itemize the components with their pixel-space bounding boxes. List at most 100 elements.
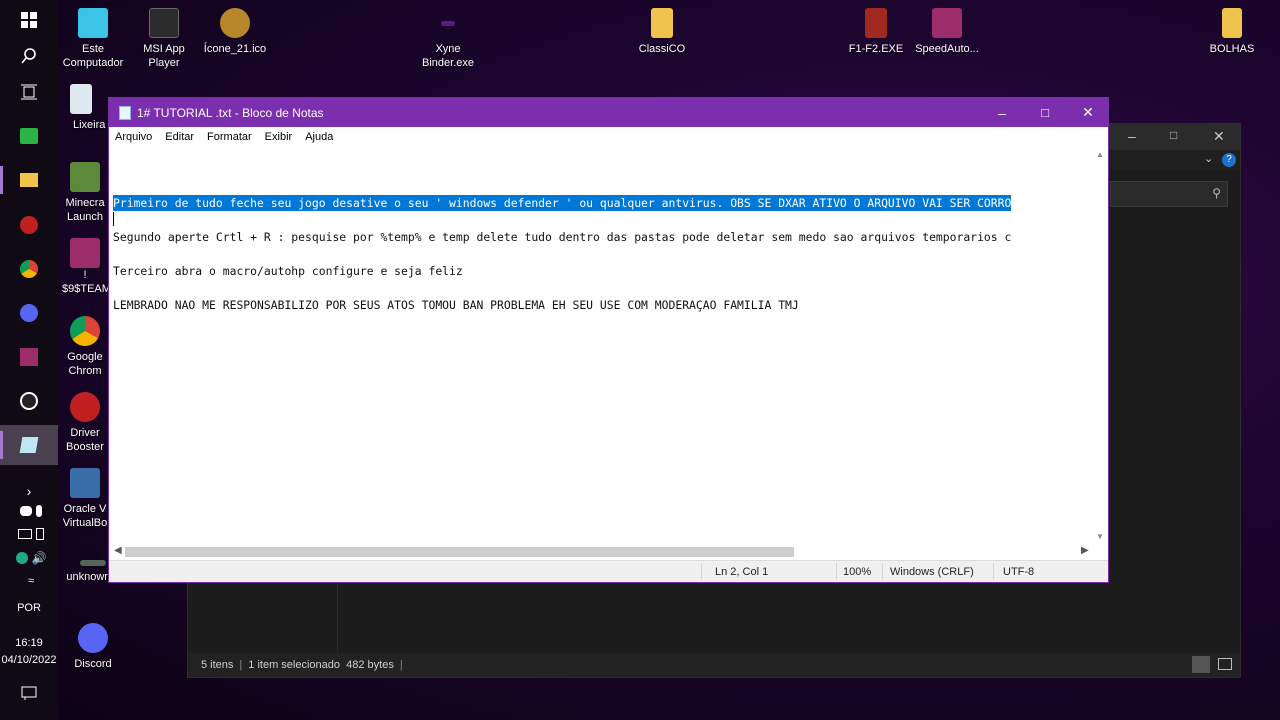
desktop-icon-speedauto[interactable]: SpeedAuto... xyxy=(907,8,987,56)
notepad-status-bar: Ln 2, Col 1 100% Windows (CRLF) UTF-8 xyxy=(109,560,1108,582)
scroll-right-icon[interactable]: ▶ xyxy=(1081,545,1089,556)
notepad-window: 1# TUTORIAL .txt - Bloco de Notas – □ ✕ … xyxy=(108,97,1109,583)
notifications-button[interactable] xyxy=(0,673,58,713)
clock-date[interactable]: 04/10/2022 xyxy=(0,654,58,666)
desktop-icon-discord[interactable]: Discord xyxy=(53,623,133,671)
wifi-icon[interactable]: ≈ xyxy=(28,575,34,587)
desktop-icon-label: Xyne Binder.exe xyxy=(422,43,474,69)
desktop-icon-label: Google Chrom xyxy=(67,351,103,377)
close-button[interactable]: ✕ xyxy=(1066,98,1110,127)
desktop-icon-xyne-binder[interactable]: Xyne Binder.exe xyxy=(408,8,488,70)
desktop-icon-virtualbox[interactable]: Oracle V VirtualBo xyxy=(62,468,108,530)
desktop-icon-label: Ícone_21.ico xyxy=(203,43,267,55)
winrar-icon xyxy=(932,8,962,38)
tray-row-3: 🔊 xyxy=(6,551,56,565)
notepad-app-icon xyxy=(119,105,131,120)
chrome-icon xyxy=(70,316,100,346)
taskbar-winrar[interactable] xyxy=(0,337,58,377)
details-view-icon[interactable] xyxy=(1192,656,1210,673)
minimize-icon[interactable]: – xyxy=(1128,128,1136,144)
menu-bar: Arquivo Editar Formatar Exibir Ajuda xyxy=(109,127,1108,146)
discord-icon xyxy=(20,304,38,322)
text-editor-area[interactable]: Primeiro de tudo feche seu jogo desative… xyxy=(109,146,1096,546)
tray-row-1 xyxy=(6,505,56,517)
desktop-icon-bolhas[interactable]: BOLHAS xyxy=(1192,8,1272,56)
microphone-icon[interactable] xyxy=(36,505,42,517)
explorer-status-bar: 5 itens | 1 item selecionado 482 bytes | xyxy=(188,653,1240,677)
chevron-down-icon[interactable]: ⌄ xyxy=(1204,152,1213,165)
start-button[interactable] xyxy=(0,0,58,40)
scroll-up-icon[interactable]: ▲ xyxy=(1096,150,1104,159)
menu-editar[interactable]: Editar xyxy=(165,131,194,143)
discord-tray-icon[interactable] xyxy=(20,506,32,516)
status-separator xyxy=(836,563,837,580)
desktop-icon-label: ClassiCO xyxy=(638,43,686,55)
desktop-icon-este-computador[interactable]: Este Computador xyxy=(53,8,133,70)
close-icon[interactable]: ✕ xyxy=(1213,128,1225,145)
clock-time[interactable]: 16:19 xyxy=(0,637,58,649)
desktop-icon-msi-app-player[interactable]: MSI App Player xyxy=(124,8,204,70)
action-center-icon xyxy=(21,686,37,700)
minecraft-icon xyxy=(70,162,100,192)
task-view-button[interactable] xyxy=(0,72,58,112)
desktop-icon-f1-f2[interactable]: F1-F2.EXE xyxy=(836,8,916,56)
desktop-icon-icone-21[interactable]: Ícone_21.ico xyxy=(195,8,275,56)
usb-icon[interactable] xyxy=(36,528,44,540)
status-separator xyxy=(993,563,994,580)
notepad-titlebar[interactable]: 1# TUTORIAL .txt - Bloco de Notas – □ ✕ xyxy=(109,98,1108,127)
app-tray-icon[interactable] xyxy=(15,552,28,564)
scroll-left-icon[interactable]: ◀ xyxy=(114,545,122,556)
msi-app-player-icon xyxy=(149,8,179,38)
notepad-icon xyxy=(19,437,39,453)
desktop-icon-classico[interactable]: ClassiCO xyxy=(622,8,702,56)
menu-ajuda[interactable]: Ajuda xyxy=(305,131,333,143)
desktop-icon-label: Este Computador xyxy=(62,43,124,69)
minimize-button[interactable]: – xyxy=(980,98,1024,127)
taskbar-chrome[interactable] xyxy=(0,249,58,289)
search-box[interactable]: ⚲ xyxy=(1110,181,1228,207)
desktop-icon-lixeira[interactable]: Lixeira xyxy=(53,84,109,132)
computer-icon xyxy=(78,8,108,38)
volume-icon[interactable]: 🔊 xyxy=(32,551,47,565)
task-view-icon xyxy=(21,84,37,100)
obs-icon xyxy=(20,392,38,410)
desktop-icon-google-chrome[interactable]: Google Chrom xyxy=(62,316,108,378)
menu-arquivo[interactable]: Arquivo xyxy=(115,131,152,143)
text-caret xyxy=(113,212,114,226)
help-icon[interactable]: ? xyxy=(1222,153,1236,167)
desktop-icon-label: Discord xyxy=(74,658,112,670)
taskbar-notepad[interactable] xyxy=(0,425,58,465)
selection-info: 1 item selecionado 482 bytes xyxy=(248,659,394,671)
item-count: 5 itens xyxy=(201,659,234,671)
menu-exibir[interactable]: Exibir xyxy=(265,131,293,143)
network-icon[interactable] xyxy=(18,529,32,539)
status-separator xyxy=(701,563,702,580)
horizontal-scroll-thumb[interactable] xyxy=(125,547,794,557)
language-indicator[interactable]: POR xyxy=(0,602,58,614)
desktop-icon-minecraft[interactable]: Minecra Launch xyxy=(62,162,108,224)
line-ending: Windows (CRLF) xyxy=(890,566,974,578)
tray-row-2 xyxy=(6,528,56,540)
taskbar-obs[interactable] xyxy=(0,381,58,421)
text-line: Terceiro abra o macro/autohp configure e… xyxy=(113,264,463,278)
maximize-icon[interactable]: □ xyxy=(1170,128,1177,142)
horizontal-scrollbar[interactable]: ◀ ▶ xyxy=(109,544,1096,561)
desktop-icon-9steam[interactable]: ! $9$TEAM xyxy=(62,238,108,296)
taskbar-app-red[interactable] xyxy=(0,205,58,245)
large-icons-view-icon[interactable] xyxy=(1218,658,1232,670)
desktop-icon-label: ! $9$TEAM xyxy=(62,269,108,295)
menu-formatar[interactable]: Formatar xyxy=(207,131,252,143)
desktop-icon-label: SpeedAuto... xyxy=(915,43,979,55)
taskbar-discord-app[interactable] xyxy=(0,293,58,333)
desktop-icon-driver-booster[interactable]: Driver Booster xyxy=(62,392,108,454)
scroll-down-icon[interactable]: ▼ xyxy=(1096,532,1104,541)
search-button[interactable] xyxy=(0,36,58,76)
zoom-level: 100% xyxy=(843,566,872,578)
status-separator: | xyxy=(239,659,243,671)
navigation-pane xyxy=(188,584,338,654)
vertical-scrollbar[interactable]: ▲ ▼ xyxy=(1094,146,1108,546)
taskbar-file-explorer[interactable] xyxy=(0,160,58,200)
taskbar-app-green[interactable] xyxy=(0,116,58,156)
maximize-button[interactable]: □ xyxy=(1023,98,1067,127)
desktop-icon-label: BOLHAS xyxy=(1209,43,1255,55)
